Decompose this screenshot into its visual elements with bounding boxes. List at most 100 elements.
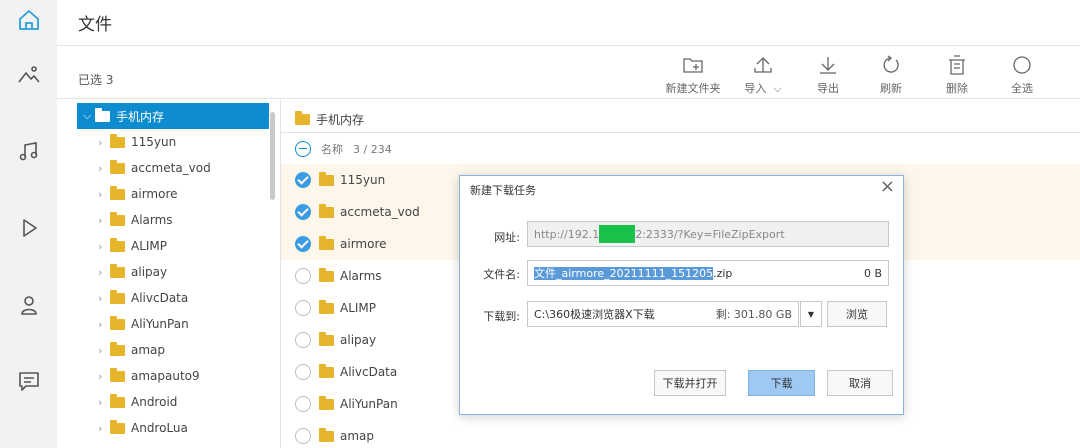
chevron-right-icon[interactable]: › bbox=[98, 292, 110, 305]
deselect-all-icon[interactable] bbox=[295, 141, 311, 157]
tree-item[interactable]: › AlivcData bbox=[98, 286, 188, 310]
chevron-right-icon[interactable]: › bbox=[98, 214, 110, 227]
checked-icon[interactable] bbox=[295, 236, 311, 252]
filename-ext: .zip bbox=[713, 267, 733, 280]
select-all-label: 全选 bbox=[1011, 82, 1033, 95]
new-folder-icon bbox=[683, 58, 703, 73]
tree-item[interactable]: › ALIMP bbox=[98, 234, 167, 258]
unchecked-icon[interactable] bbox=[295, 332, 311, 348]
chevron-down-icon[interactable]: ⌵ bbox=[83, 109, 95, 123]
new-download-dialog: 新建下载任务 × 网址: http://192.1 2:2333/?Key=Fi… bbox=[459, 175, 904, 415]
tree-item-label: amapauto9 bbox=[131, 369, 200, 383]
select-all-icon bbox=[1013, 56, 1031, 74]
folder-icon bbox=[110, 315, 125, 330]
folder-icon bbox=[319, 299, 334, 314]
file-name: airmore bbox=[340, 237, 387, 251]
saveto-path: C:\360极速浏览器X下载 bbox=[534, 308, 655, 321]
tree-item[interactable]: › AliYunPan bbox=[98, 312, 189, 336]
nav-home[interactable] bbox=[0, 0, 57, 40]
select-all-button[interactable]: 全选 bbox=[990, 54, 1054, 96]
selected-count: 已选 3 bbox=[78, 73, 114, 87]
unchecked-icon[interactable] bbox=[295, 396, 311, 412]
refresh-button[interactable]: 刷新 bbox=[859, 54, 923, 96]
chevron-right-icon[interactable]: › bbox=[98, 370, 110, 383]
url-label: 网址: bbox=[494, 231, 520, 244]
tree-item[interactable]: › Android bbox=[98, 390, 177, 414]
tree-item[interactable]: › 115yun bbox=[98, 130, 176, 154]
tree-item[interactable]: › Alarms bbox=[98, 208, 173, 232]
new-folder-button[interactable]: 新建文件夹 bbox=[661, 54, 725, 96]
browse-button[interactable]: 浏览 bbox=[827, 301, 887, 327]
tree-item[interactable]: › airmore bbox=[98, 182, 178, 206]
tree-item-label: AliYunPan bbox=[131, 317, 189, 331]
tree-item[interactable]: › accmeta_vod bbox=[98, 156, 211, 180]
folder-icon bbox=[110, 263, 125, 278]
tree-root-phone-storage[interactable]: ⌵ 手机内存 bbox=[77, 103, 269, 129]
checked-icon[interactable] bbox=[295, 172, 311, 188]
tree-item[interactable]: › AndroLua bbox=[98, 416, 188, 440]
download-open-button[interactable]: 下载并打开 bbox=[654, 370, 726, 396]
nav-music[interactable] bbox=[0, 131, 57, 171]
folder-icon bbox=[110, 393, 125, 408]
delete-label: 删除 bbox=[946, 82, 968, 95]
file-name: AlivcData bbox=[340, 365, 398, 379]
saveto-dropdown-button[interactable]: ▼ bbox=[800, 301, 822, 327]
tree-item-label: accmeta_vod bbox=[131, 161, 211, 175]
unchecked-icon[interactable] bbox=[295, 428, 311, 444]
breadcrumb-label[interactable]: 手机内存 bbox=[316, 111, 364, 128]
import-button[interactable]: 导入 ⌵ bbox=[731, 54, 795, 96]
unchecked-icon[interactable] bbox=[295, 364, 311, 380]
column-name[interactable]: 名称 bbox=[321, 141, 343, 157]
unchecked-icon[interactable] bbox=[295, 268, 311, 284]
delete-button[interactable]: 删除 bbox=[925, 54, 989, 96]
chevron-right-icon[interactable]: › bbox=[98, 136, 110, 149]
tree-item[interactable]: › amap bbox=[98, 338, 165, 362]
chevron-right-icon[interactable]: › bbox=[98, 318, 110, 331]
toolbar-divider bbox=[57, 98, 1080, 99]
chevron-right-icon[interactable]: › bbox=[98, 188, 110, 201]
breadcrumb: 手机内存 bbox=[295, 111, 364, 128]
cancel-button[interactable]: 取消 bbox=[827, 370, 893, 396]
tree-item-label: alipay bbox=[131, 265, 168, 279]
tree-scrollbar[interactable] bbox=[270, 112, 275, 200]
folder-icon bbox=[110, 419, 125, 434]
checked-icon[interactable] bbox=[295, 204, 311, 220]
tree-item[interactable]: › alipay bbox=[98, 260, 167, 284]
file-name: alipay bbox=[340, 333, 377, 347]
file-name: Alarms bbox=[340, 269, 382, 283]
tree-item-label: Android bbox=[131, 395, 178, 409]
chevron-right-icon[interactable]: › bbox=[98, 422, 110, 435]
folder-icon bbox=[110, 289, 125, 304]
export-button[interactable]: 导出 bbox=[796, 54, 860, 96]
import-icon bbox=[754, 57, 772, 73]
filename-label: 文件名: bbox=[483, 268, 520, 281]
tree-item[interactable]: › amapauto9 bbox=[98, 364, 200, 388]
folder-icon bbox=[319, 395, 334, 410]
saveto-field[interactable]: C:\360极速浏览器X下载 剩: 301.80 GB bbox=[527, 301, 799, 327]
chevron-right-icon[interactable]: › bbox=[98, 344, 110, 357]
download-button[interactable]: 下载 bbox=[748, 370, 815, 396]
nav-video[interactable] bbox=[0, 208, 57, 248]
contacts-icon bbox=[20, 296, 37, 315]
url-field[interactable]: http://192.1 2:2333/?Key=FileZipExport bbox=[527, 221, 889, 247]
nav-messages[interactable] bbox=[0, 361, 57, 401]
file-name: accmeta_vod bbox=[340, 205, 420, 219]
file-row[interactable]: amap bbox=[281, 420, 1080, 448]
chevron-right-icon[interactable]: › bbox=[98, 162, 110, 175]
chevron-down-icon[interactable]: ⌵ bbox=[773, 82, 781, 95]
refresh-icon bbox=[883, 55, 899, 73]
chevron-right-icon[interactable]: › bbox=[98, 240, 110, 253]
unchecked-icon[interactable] bbox=[295, 300, 311, 316]
filename-value: 文件_airmore_20211111_151205.zip bbox=[534, 265, 732, 281]
chevron-right-icon[interactable]: › bbox=[98, 266, 110, 279]
filename-field[interactable]: 文件_airmore_20211111_151205.zip 0 B bbox=[527, 260, 889, 286]
close-icon[interactable]: × bbox=[880, 178, 895, 196]
list-header: 名称 3 / 234 bbox=[295, 141, 392, 157]
folder-icon bbox=[295, 111, 310, 125]
chevron-right-icon[interactable]: › bbox=[98, 396, 110, 409]
nav-contacts[interactable] bbox=[0, 285, 57, 325]
nav-photos[interactable] bbox=[0, 55, 57, 95]
home-icon bbox=[18, 10, 39, 30]
folder-icon bbox=[95, 107, 110, 122]
header-divider bbox=[57, 45, 1080, 46]
